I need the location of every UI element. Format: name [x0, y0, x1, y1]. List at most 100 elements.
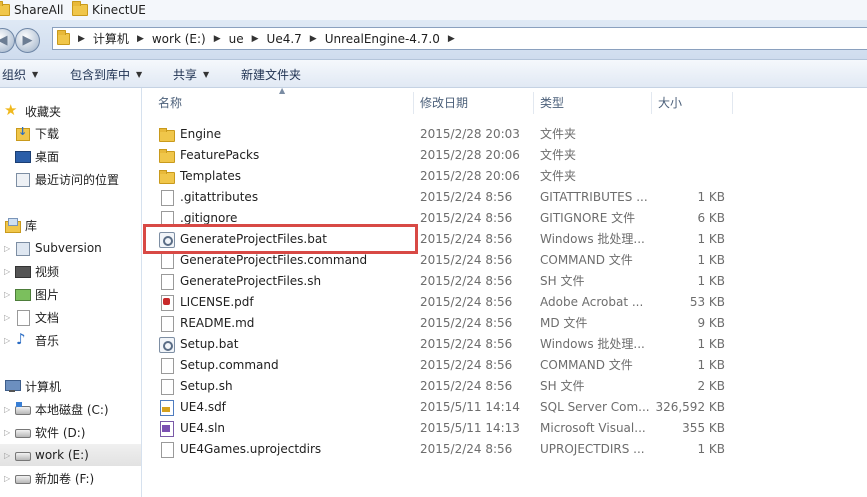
column-name[interactable]: 名称 [152, 88, 414, 116]
desktop-icon [14, 148, 31, 164]
sidebar-item-music[interactable]: ▷音乐 [4, 329, 145, 351]
breadcrumb-computer[interactable]: ▶ 计算机 [70, 30, 129, 47]
file-date: 2015/2/24 8:56 [420, 357, 513, 372]
file-name: Setup.command [180, 357, 279, 372]
file-size: 355 KB [682, 420, 725, 435]
file-name: GenerateProjectFiles.command [180, 252, 368, 267]
file-row[interactable]: UE4.sdf 2015/5/11 14:14 SQL Server Com... 3… [142, 396, 867, 417]
favorite-sharall[interactable]: ShareAll [0, 1, 64, 19]
file-type: MD 文件 [540, 316, 588, 330]
file-size: 1 KB [697, 189, 725, 204]
sidebar-item-recent-places[interactable]: 最近访问的位置 [14, 168, 155, 190]
expand-arrow-icon[interactable]: ▷ [4, 290, 14, 299]
organize-button[interactable]: 组织 ▼ [2, 66, 38, 83]
breadcrumb-unrealengine[interactable]: ▶ UnrealEngine-4.7.0 ▶ [302, 32, 463, 46]
system-drive-icon [14, 401, 31, 417]
file-date: 2015/2/24 8:56 [420, 336, 513, 351]
video-icon [14, 263, 31, 279]
file-name-cell: GenerateProjectFiles.sh [158, 270, 321, 291]
file-date: 2015/2/24 8:56 [420, 441, 513, 456]
file-row[interactable]: UE4Games.uprojectdirs 2015/2/24 8:56 UPROJ… [142, 438, 867, 459]
file-row[interactable]: GenerateProjectFiles.command 2015/2/24 8:… [142, 249, 867, 270]
sidebar-item-downloads[interactable]: 下载 [14, 122, 155, 144]
sidebar-item-subversion[interactable]: ▷ Subversion [4, 237, 145, 259]
sidebar-item-videos[interactable]: ▷ 视频 [4, 260, 145, 282]
file-row[interactable]: .gitignore 2015/2/24 8:56 GITIGNORE 文件 6 KB [142, 207, 867, 228]
sidebar-item-drive-e[interactable]: ▷ work (E:) [0, 444, 141, 466]
expand-arrow-icon[interactable]: ▷ [4, 405, 14, 414]
expand-arrow-icon[interactable]: ▷ [4, 451, 14, 460]
favorite-kinectue[interactable]: KinectUE [72, 1, 146, 19]
file-size: 1 KB [697, 252, 725, 267]
document-icon [158, 378, 174, 395]
sidebar-item-drive-f[interactable]: ▷ 新加卷 (F:) [4, 467, 145, 489]
file-size: 53 KB [689, 294, 725, 309]
file-row[interactable]: Engine 2015/2/28 20:03 文件夹 [142, 123, 867, 144]
column-divider[interactable] [732, 92, 733, 114]
file-row[interactable]: GenerateProjectFiles.sh 2015/2/24 8:56 SH … [142, 270, 867, 291]
share-button[interactable]: 共享 ▼ [173, 66, 209, 83]
file-row[interactable]: Templates 2015/2/28 20:06 文件夹 [142, 165, 867, 186]
breadcrumb-ue47[interactable]: ▶ Ue4.7 [244, 32, 302, 46]
file-type: SH 文件 [540, 379, 585, 393]
file-size: 2 KB [697, 378, 725, 393]
expand-arrow-icon[interactable]: ▷ [4, 428, 14, 437]
file-list: Engine 2015/2/28 20:03 文件夹 FeaturePacks 2015… [142, 123, 867, 463]
column-size[interactable]: 大小 [652, 88, 732, 116]
column-date[interactable]: 修改日期 [414, 88, 534, 116]
documents-icon [14, 309, 30, 326]
star-icon [4, 101, 20, 119]
file-row[interactable]: LICENSE.pdf 2015/2/24 8:56 Adobe Acrobat .… [142, 291, 867, 312]
sidebar-computer[interactable]: 计算机 [4, 375, 145, 397]
file-row[interactable]: Setup.bat 2015/2/24 8:56 Windows 批处理... 1 K… [142, 333, 867, 354]
visual-studio-solution-icon [158, 420, 174, 437]
breadcrumb-ue[interactable]: ▶ ue [206, 32, 244, 46]
sidebar-item-documents[interactable]: ▷ 文档 [4, 306, 145, 328]
sidebar-favorites[interactable]: 收藏夹 [4, 100, 145, 122]
file-date: 2015/2/24 8:56 [420, 378, 513, 393]
file-name-cell: .gitattributes [158, 186, 258, 207]
file-name: FeaturePacks [180, 147, 260, 162]
breadcrumb-work-e[interactable]: ▶ work (E:) [129, 32, 206, 46]
new-folder-button[interactable]: 新建文件夹 [241, 66, 301, 83]
sidebar-item-drive-c[interactable]: ▷ 本地磁盘 (C:) [4, 398, 145, 420]
expand-arrow-icon[interactable]: ▷ [4, 267, 14, 276]
forward-arrow-icon[interactable]: ▶ [15, 28, 40, 53]
file-row[interactable]: Setup.sh 2015/2/24 8:56 SH 文件 2 KB [142, 375, 867, 396]
file-row[interactable]: Setup.command 2015/2/24 8:56 COMMAND 文件 1 K… [142, 354, 867, 375]
include-library-button[interactable]: 包含到库中 ▼ [70, 66, 142, 83]
command-toolbar: 组织 ▼ 包含到库中 ▼ 共享 ▼ 新建文件夹 [0, 60, 867, 88]
file-size: 1 KB [697, 336, 725, 351]
file-size: 6 KB [697, 210, 725, 225]
expand-arrow-icon[interactable]: ▷ [4, 244, 14, 253]
file-row[interactable]: UE4.sln 2015/5/11 14:13 Microsoft Visual..… [142, 417, 867, 438]
favorite-label: KinectUE [92, 3, 146, 17]
file-name-cell: Setup.command [158, 354, 279, 375]
file-date: 2015/5/11 14:14 [420, 399, 520, 414]
file-row[interactable]: README.md 2015/2/24 8:56 MD 文件 9 KB [142, 312, 867, 333]
file-date: 2015/2/24 8:56 [420, 315, 513, 330]
file-name: LICENSE.pdf [180, 294, 254, 309]
chevron-down-icon: ▼ [136, 70, 143, 79]
file-row[interactable]: FeaturePacks 2015/2/28 20:06 文件夹 [142, 144, 867, 165]
expand-arrow-icon[interactable]: ▷ [4, 313, 14, 322]
pictures-icon [14, 286, 31, 302]
batch-file-icon [158, 231, 175, 248]
back-arrow-icon[interactable]: ◀ [0, 28, 15, 53]
folder-icon [0, 1, 10, 16]
file-type: COMMAND 文件 [540, 358, 633, 372]
folder-icon [158, 168, 175, 184]
file-size: 1 KB [697, 357, 725, 372]
expand-arrow-icon[interactable]: ▷ [4, 336, 14, 345]
file-size: 326,592 KB [655, 399, 725, 414]
sidebar-item-desktop[interactable]: 桌面 [14, 145, 155, 167]
sidebar-item-drive-d[interactable]: ▷ 软件 (D:) [4, 421, 145, 443]
sidebar-libraries[interactable]: 库 [4, 214, 145, 236]
address-bar[interactable]: ▶ 计算机 ▶ work (E:) ▶ ue ▶ Ue4.7 ▶ UnrealEngine… [52, 27, 867, 50]
sidebar-item-pictures[interactable]: ▷ 图片 [4, 283, 145, 305]
favorites-bar: ShareAll KinectUE [0, 0, 867, 20]
file-row[interactable]: GenerateProjectFiles.bat 2015/2/24 8:56 Wi… [142, 228, 867, 249]
expand-arrow-icon[interactable]: ▷ [4, 474, 14, 483]
file-row[interactable]: .gitattributes 2015/2/24 8:56 GITATTRIBUTE… [142, 186, 867, 207]
column-type[interactable]: 类型 [534, 88, 651, 116]
